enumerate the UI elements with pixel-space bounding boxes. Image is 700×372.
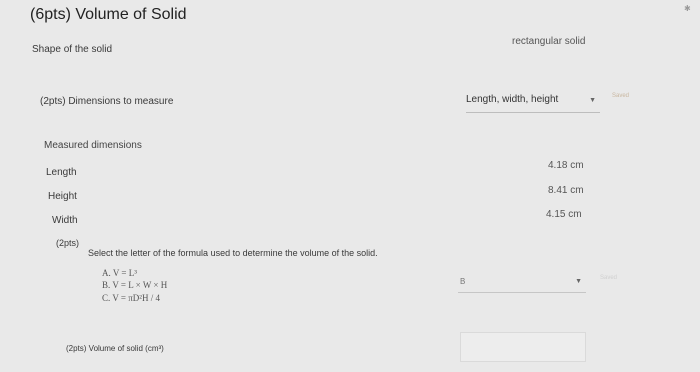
formula-select[interactable]: B ▼ (458, 276, 586, 293)
measured-heading: Measured dimensions (44, 140, 142, 151)
formula-selected: B (460, 277, 466, 286)
chevron-down-icon: ▼ (589, 97, 596, 104)
dimensions-label: (2pts) Dimensions to measure (40, 96, 174, 107)
volume-input[interactable] (460, 332, 586, 362)
formula-prompt: Select the letter of the formula used to… (88, 248, 378, 258)
height-label: Height (48, 191, 77, 202)
page-title: (6pts) Volume of Solid (30, 6, 187, 23)
saved-indicator: Saved (612, 93, 630, 99)
shape-label: Shape of the solid (32, 44, 113, 55)
height-value: 8.41 cm (548, 185, 584, 196)
dimensions-selected: Length, width, height (466, 94, 559, 105)
length-label: Length (46, 167, 77, 178)
formula-points: (2pts) (56, 238, 80, 248)
shape-value: rectangular solid (512, 36, 586, 47)
volume-label: (2pts) Volume of solid (cm³) (66, 344, 164, 353)
formula-saved-indicator: Saved (600, 275, 618, 281)
length-value: 4.18 cm (548, 160, 584, 171)
chevron-down-icon: ▼ (575, 278, 582, 285)
width-label: Width (52, 215, 78, 226)
formula-option-b: B. V = L × W × H (102, 280, 168, 290)
settings-icon[interactable]: ✱ (684, 4, 691, 13)
width-value: 4.15 cm (546, 209, 582, 220)
dimensions-select[interactable]: Length, width, height ▼ (466, 94, 600, 113)
formula-option-a: A. V = L³ (102, 268, 137, 278)
formula-option-c: C. V = πD²H / 4 (102, 293, 160, 303)
